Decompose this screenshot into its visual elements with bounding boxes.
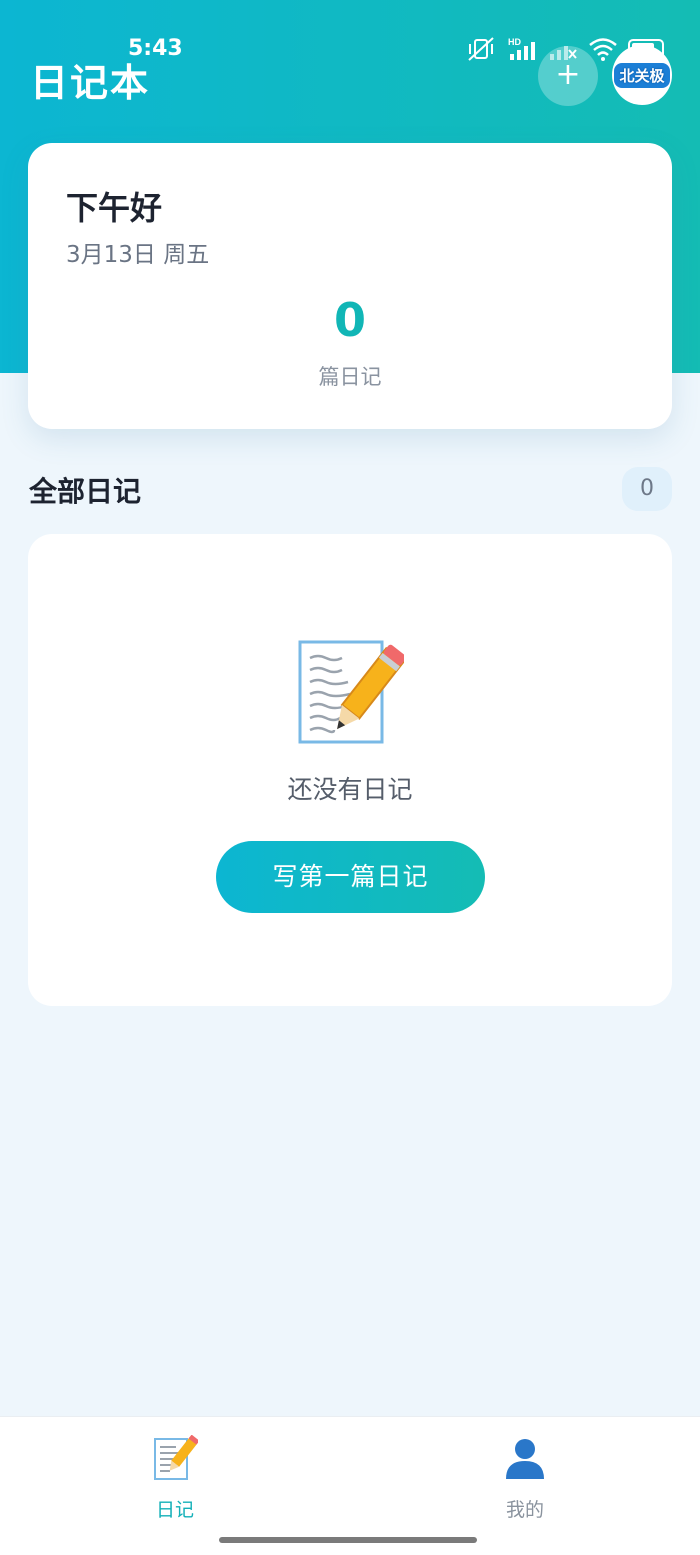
vibrate-off-icon xyxy=(468,37,494,61)
memo-icon xyxy=(154,1435,198,1480)
section-title: 全部日记 xyxy=(29,475,142,508)
tab-mine[interactable]: 我的 xyxy=(465,1435,585,1522)
section-count-badge: 0 xyxy=(622,467,672,511)
date-text: 3月13日 周五 xyxy=(66,242,210,268)
avatar[interactable]: 北关极 xyxy=(612,45,672,105)
tab-diary[interactable]: 日记 xyxy=(115,1435,235,1522)
memo-pencil-icon xyxy=(298,640,404,744)
empty-state-message: 还没有日记 xyxy=(287,775,413,804)
bottom-tab-bar: 日记 我的 xyxy=(0,1416,700,1555)
diary-count-label: 篇日记 xyxy=(318,365,382,389)
greeting-card: 下午好 3月13日 周五 0 篇日记 xyxy=(28,143,672,429)
write-first-diary-button[interactable]: 写第一篇日记 xyxy=(216,841,485,913)
empty-state-card: 还没有日记 写第一篇日记 xyxy=(28,534,672,1006)
avatar-logo-text: 北关极 xyxy=(614,62,670,88)
add-diary-button[interactable]: + xyxy=(538,46,598,106)
app-title: 日记本 xyxy=(30,61,151,105)
user-icon xyxy=(506,1439,544,1479)
app-screen: 5:43 HD 日记本 + 北关极 下午好 3月13日 周五 0 篇日记 全部日… xyxy=(0,0,700,1555)
tab-mine-label: 我的 xyxy=(505,1499,544,1521)
home-indicator[interactable] xyxy=(219,1537,477,1543)
diary-count: 0 xyxy=(333,293,366,347)
svg-text:HD: HD xyxy=(508,37,521,47)
signal-hd-icon: HD xyxy=(508,37,535,60)
tab-diary-label: 日记 xyxy=(155,1499,194,1521)
greeting-text: 下午好 xyxy=(66,189,163,227)
